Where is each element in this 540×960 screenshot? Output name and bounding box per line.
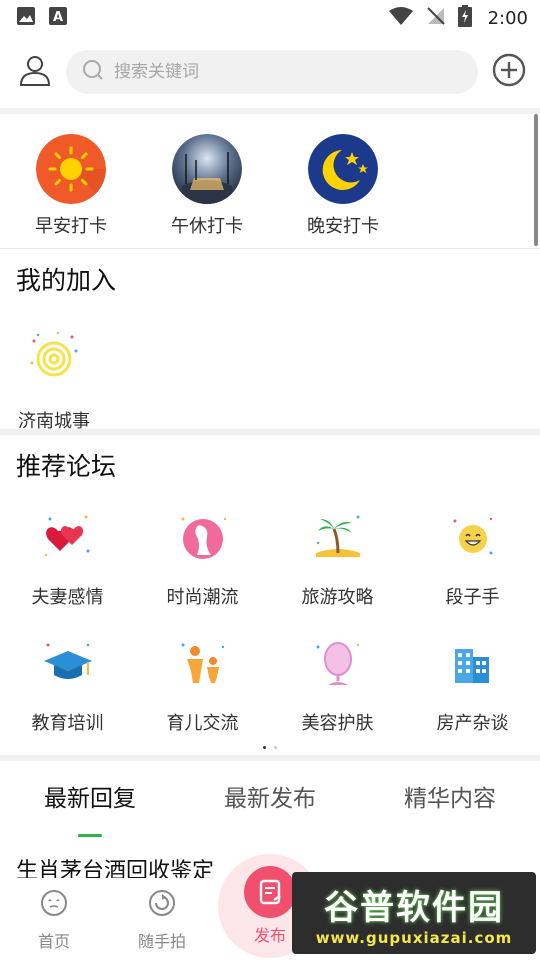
no-signal-icon xyxy=(426,6,446,30)
content-tabs: 最新回复 最新发布 精华内容 xyxy=(0,761,540,835)
forum-item-beauty[interactable]: 美容护肤 xyxy=(270,635,405,739)
mirror-icon xyxy=(310,635,366,691)
fashion-icon xyxy=(175,509,231,565)
top-bar xyxy=(0,36,540,108)
parent-child-icon xyxy=(175,635,231,691)
checkin-row: 早安打卡 午休打卡 晚安打卡 xyxy=(0,114,540,248)
a-icon: A xyxy=(48,6,68,30)
checkin-morning[interactable]: 早安打卡 xyxy=(30,134,112,248)
checkin-night-label: 晚安打卡 xyxy=(307,216,379,237)
forum-grid: 夫妻感情 时尚潮流 旅游攻略 段子手 教育培训 育儿交流 美容护肤 房产杂谈 xyxy=(0,491,540,739)
wifi-icon xyxy=(388,6,414,30)
scrollbar[interactable] xyxy=(534,114,538,246)
joined-title: 我的加入 xyxy=(16,266,117,295)
buildings-icon xyxy=(445,635,501,691)
search-box[interactable] xyxy=(66,50,478,94)
status-bar: A 2:00 xyxy=(0,0,540,36)
joined-item-jinan[interactable]: 济南城事 xyxy=(16,327,92,433)
night-street-photo xyxy=(172,134,242,204)
page-dot-active xyxy=(263,745,266,749)
forum-item-label: 时尚潮流 xyxy=(166,587,239,608)
joined-item-label: 济南城事 xyxy=(18,411,90,432)
forum-item-education[interactable]: 教育培训 xyxy=(0,635,135,739)
svg-text:A: A xyxy=(53,10,63,25)
tab-latest-posts[interactable]: 最新发布 xyxy=(224,779,316,823)
tab-latest-replies[interactable]: 最新回复 xyxy=(44,779,136,823)
palm-tree-icon xyxy=(310,509,366,565)
forums-title: 推荐论坛 xyxy=(16,452,117,481)
publish-icon xyxy=(244,866,296,918)
forum-item-label: 段子手 xyxy=(445,587,500,608)
forum-item-label: 旅游攻略 xyxy=(301,587,374,608)
forum-item-label: 育儿交流 xyxy=(166,713,239,734)
battery-charging-icon xyxy=(457,5,472,31)
forum-item-label: 房产杂谈 xyxy=(436,713,509,734)
tab-featured[interactable]: 精华内容 xyxy=(404,779,496,823)
forum-item-jokes[interactable]: 段子手 xyxy=(405,509,540,613)
forum-item-realestate[interactable]: 房产杂谈 xyxy=(405,635,540,739)
checkin-night[interactable]: 晚安打卡 xyxy=(302,134,384,248)
forum-item-travel[interactable]: 旅游攻略 xyxy=(270,509,405,613)
checkin-noon[interactable]: 午休打卡 xyxy=(166,134,248,248)
camera-icon xyxy=(147,888,177,922)
watermark: 谷普软件园 www.gupuxiazai.com xyxy=(292,872,536,954)
checkin-noon-label: 午休打卡 xyxy=(171,216,243,237)
image-icon xyxy=(16,6,36,30)
spiral-icon xyxy=(24,327,84,391)
sun-icon xyxy=(36,134,106,204)
forum-item-fashion[interactable]: 时尚潮流 xyxy=(135,509,270,613)
home-icon xyxy=(39,888,69,922)
search-icon xyxy=(82,59,104,85)
status-time: 2:00 xyxy=(487,7,528,29)
moon-stars-icon xyxy=(308,134,378,204)
nav-snap[interactable]: 随手拍 xyxy=(108,888,216,952)
publish-label: 发布 xyxy=(253,926,286,945)
add-circle-icon[interactable] xyxy=(492,53,526,91)
smiley-icon xyxy=(445,509,501,565)
nav-home[interactable]: 首页 xyxy=(0,888,108,952)
hearts-icon xyxy=(40,509,96,565)
forum-item-label: 教育培训 xyxy=(31,713,104,734)
search-input[interactable] xyxy=(114,62,462,82)
joined-list: 济南城事 xyxy=(0,305,540,432)
watermark-url: www.gupuxiazai.com xyxy=(315,928,513,947)
nav-home-label: 首页 xyxy=(37,932,70,951)
forum-item-parenting[interactable]: 育儿交流 xyxy=(135,635,270,739)
nav-snap-label: 随手拍 xyxy=(137,932,186,951)
forum-item-couples[interactable]: 夫妻感情 xyxy=(0,509,135,613)
graduation-cap-icon xyxy=(40,635,96,691)
forum-item-label: 美容护肤 xyxy=(301,713,374,734)
page-indicator xyxy=(0,739,540,755)
watermark-text: 谷普软件园 xyxy=(324,887,504,928)
forum-item-label: 夫妻感情 xyxy=(31,587,104,608)
checkin-morning-label: 早安打卡 xyxy=(35,216,107,237)
user-icon[interactable] xyxy=(18,53,52,91)
page-dot xyxy=(274,745,277,749)
